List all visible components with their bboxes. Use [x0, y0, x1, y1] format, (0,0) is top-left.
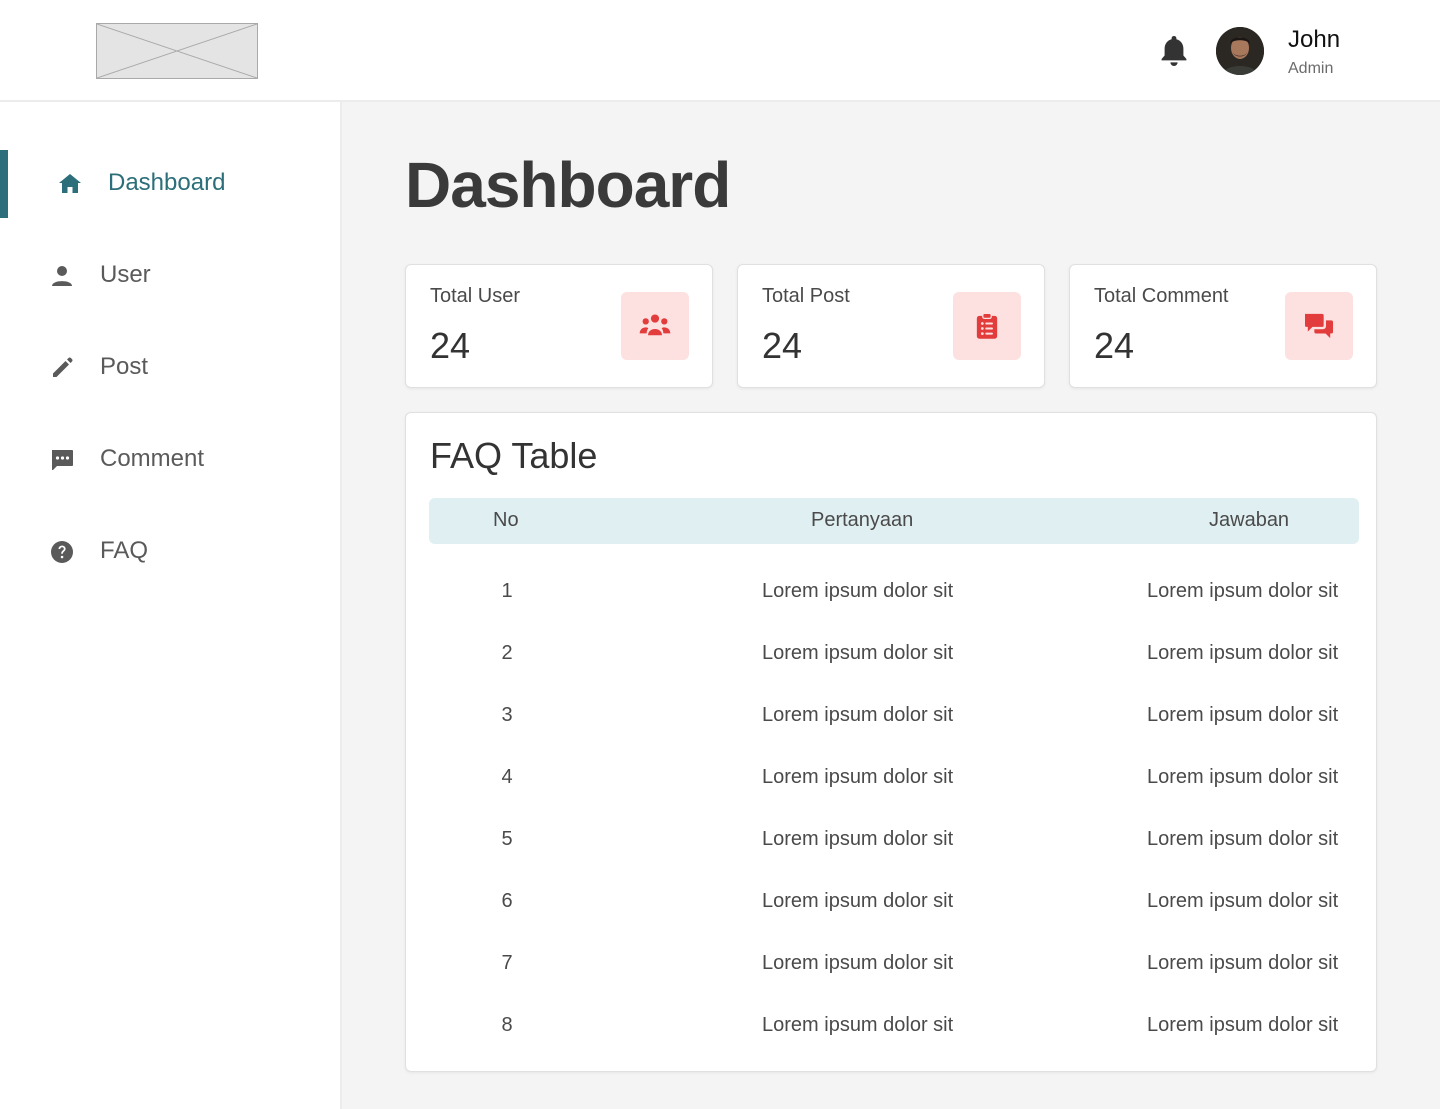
faq-table-title: FAQ Table: [430, 435, 598, 476]
column-header-jawaban[interactable]: Jawaban: [1209, 509, 1289, 532]
table-row[interactable]: 1 Lorem ipsum dolor sit Lorem ipsum dolo…: [429, 572, 1359, 612]
main-content: Dashboard Total User 24 Total Post 24 To…: [342, 102, 1440, 1109]
comment-icon: [52, 450, 73, 470]
cell-no: 8: [501, 1014, 513, 1036]
page-title: Dashboard: [405, 149, 731, 221]
table-row[interactable]: 8 Lorem ipsum dolor sit Lorem ipsum dolo…: [429, 1006, 1359, 1046]
cell-answer: Lorem ipsum dolor sit: [1147, 642, 1339, 664]
sidebar-item-label: FAQ: [100, 537, 149, 564]
column-header-no[interactable]: No: [493, 509, 519, 532]
sidebar-item-label: Comment: [100, 445, 205, 472]
home-icon: [59, 174, 81, 193]
cell-question: Lorem ipsum dolor sit: [762, 1014, 954, 1036]
logo-placeholder[interactable]: [96, 23, 258, 79]
question-circle-icon: [51, 541, 73, 563]
cell-answer: Lorem ipsum dolor sit: [1147, 1014, 1339, 1036]
cell-answer: Lorem ipsum dolor sit: [1147, 766, 1339, 788]
stat-card-total-post[interactable]: Total Post 24: [737, 264, 1045, 388]
cell-question: Lorem ipsum dolor sit: [762, 828, 954, 850]
table-row[interactable]: 4 Lorem ipsum dolor sit Lorem ipsum dolo…: [429, 758, 1359, 798]
column-header-pertanyaan[interactable]: Pertanyaan: [811, 509, 913, 532]
cell-answer: Lorem ipsum dolor sit: [1147, 952, 1339, 974]
avatar[interactable]: [1216, 27, 1264, 75]
sidebar-item-label: User: [100, 261, 151, 288]
cell-no: 1: [501, 580, 513, 602]
cell-answer: Lorem ipsum dolor sit: [1147, 828, 1339, 850]
cell-no: 3: [501, 704, 513, 726]
cell-answer: Lorem ipsum dolor sit: [1147, 704, 1339, 726]
stat-card-label: Total Post: [762, 285, 850, 307]
users-group-icon: [621, 292, 689, 360]
cell-no: 6: [501, 890, 513, 912]
cell-no: 7: [501, 952, 513, 974]
sidebar-item-label: Post: [100, 353, 149, 380]
top-bar: John Admin: [0, 0, 1440, 102]
cell-question: Lorem ipsum dolor sit: [762, 890, 954, 912]
cell-question: Lorem ipsum dolor sit: [762, 580, 954, 602]
cell-answer: Lorem ipsum dolor sit: [1147, 580, 1339, 602]
table-row[interactable]: 7 Lorem ipsum dolor sit Lorem ipsum dolo…: [429, 944, 1359, 984]
faq-table-card: FAQ Table No Pertanyaan Jawaban 1 Lorem …: [405, 412, 1377, 1072]
stat-card-value: 24: [762, 325, 803, 366]
table-row[interactable]: 3 Lorem ipsum dolor sit Lorem ipsum dolo…: [429, 696, 1359, 736]
person-icon: [52, 266, 72, 286]
user-role: Admin: [1288, 60, 1334, 77]
sidebar-item-comment[interactable]: Comment: [0, 426, 340, 494]
stat-card-value: 24: [1094, 325, 1135, 366]
stat-card-label: Total User: [430, 285, 521, 307]
sidebar-item-faq[interactable]: FAQ: [0, 518, 340, 586]
comments-icon: [1285, 292, 1353, 360]
notification-bell-icon[interactable]: [1158, 34, 1190, 68]
table-row[interactable]: 5 Lorem ipsum dolor sit Lorem ipsum dolo…: [429, 820, 1359, 860]
sidebar-item-dashboard[interactable]: Dashboard: [0, 150, 340, 218]
cell-question: Lorem ipsum dolor sit: [762, 952, 954, 974]
sidebar-item-post[interactable]: Post: [0, 334, 340, 402]
sidebar-item-label: Dashboard: [108, 169, 226, 196]
table-row[interactable]: 6 Lorem ipsum dolor sit Lorem ipsum dolo…: [429, 882, 1359, 922]
clipboard-list-icon: [953, 292, 1021, 360]
cell-no: 4: [501, 766, 513, 788]
cell-question: Lorem ipsum dolor sit: [762, 704, 954, 726]
active-indicator: [0, 150, 8, 218]
stat-card-value: 24: [430, 325, 471, 366]
cell-question: Lorem ipsum dolor sit: [762, 766, 954, 788]
stat-card-label: Total Comment: [1094, 285, 1229, 307]
stat-card-total-comment[interactable]: Total Comment 24: [1069, 264, 1377, 388]
logo-placeholder-icon: [97, 24, 257, 78]
cell-no: 2: [501, 642, 513, 664]
sidebar: Dashboard User Post Comment FAQ: [0, 102, 342, 1109]
cell-no: 5: [501, 828, 513, 850]
stat-card-total-user[interactable]: Total User 24: [405, 264, 713, 388]
table-header: No Pertanyaan Jawaban: [429, 498, 1359, 544]
table-row[interactable]: 2 Lorem ipsum dolor sit Lorem ipsum dolo…: [429, 634, 1359, 674]
user-name: John: [1288, 26, 1341, 53]
cell-answer: Lorem ipsum dolor sit: [1147, 890, 1339, 912]
sidebar-item-user[interactable]: User: [0, 242, 340, 310]
cell-question: Lorem ipsum dolor sit: [762, 642, 954, 664]
pencil-icon: [53, 357, 73, 377]
